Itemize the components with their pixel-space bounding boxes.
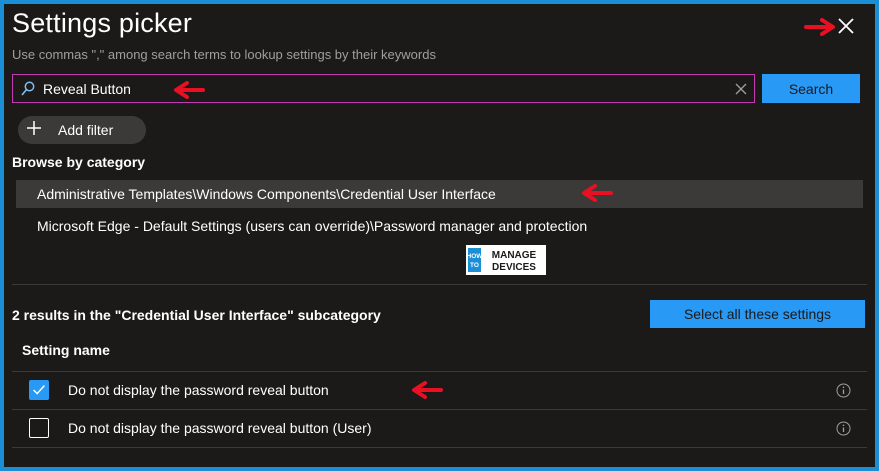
table-row[interactable]: Do not display the password reveal butto…	[12, 410, 867, 448]
dialog-subtitle: Use commas "," among search terms to loo…	[12, 47, 436, 62]
annotation-arrow-icon	[804, 18, 835, 36]
logo-how: HOW	[467, 253, 484, 260]
clear-icon[interactable]	[735, 83, 747, 95]
search-button[interactable]: Search	[762, 74, 860, 103]
info-icon[interactable]	[836, 421, 851, 436]
add-filter-button[interactable]: Add filter	[18, 116, 146, 144]
section-divider	[12, 284, 867, 285]
annotation-arrow-icon	[174, 81, 205, 99]
settings-picker-dialog: Settings picker Use commas "," among sea…	[4, 4, 875, 467]
plus-icon	[27, 121, 41, 135]
results-summary: 2 results in the "Credential User Interf…	[12, 307, 381, 323]
browse-heading: Browse by category	[12, 154, 146, 170]
row-divider	[12, 447, 867, 448]
setting-name: Do not display the password reveal butto…	[68, 420, 372, 436]
logo-to: TO	[470, 262, 479, 269]
info-icon[interactable]	[836, 383, 851, 398]
dialog-title: Settings picker	[12, 8, 193, 38]
category-item-credential-ui[interactable]: Administrative Templates\Windows Compone…	[16, 180, 863, 208]
search-box[interactable]	[12, 74, 755, 103]
annotation-arrow-icon	[582, 184, 613, 202]
logo-devices: DEVICES	[492, 262, 536, 273]
setting-name: Do not display the password reveal butto…	[68, 382, 329, 398]
annotation-arrow-icon	[412, 381, 443, 399]
search-icon	[21, 81, 35, 96]
search-input[interactable]	[43, 79, 683, 99]
how-to-manage-devices-logo: HOW TO MANAGE DEVICES	[466, 245, 546, 275]
setting-checkbox[interactable]	[29, 418, 49, 438]
logo-manage: MANAGE	[492, 250, 537, 261]
column-header-setting-name: Setting name	[22, 342, 110, 358]
category-item-edge-password[interactable]: Microsoft Edge - Default Settings (users…	[16, 212, 863, 240]
checkmark-icon	[33, 385, 45, 395]
add-filter-label: Add filter	[58, 122, 114, 138]
select-all-button[interactable]: Select all these settings	[650, 300, 865, 328]
setting-checkbox[interactable]	[29, 380, 49, 400]
